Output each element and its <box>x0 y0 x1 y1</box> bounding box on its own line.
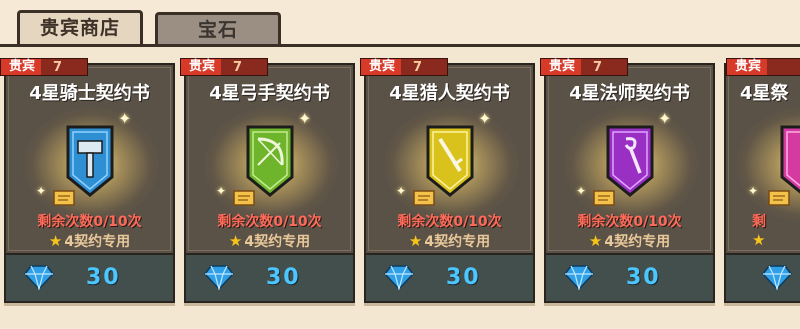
usage-text: 4契约专用 <box>64 234 131 250</box>
vip-ribbon: 贵宾 <box>726 58 800 76</box>
card-title: 4星骑士契约书 <box>29 83 150 104</box>
price-bar[interactable]: 30 <box>366 253 533 301</box>
shop-card-priest[interactable]: 贵宾 4星祭 ✦ 剩 ★ <box>724 58 800 303</box>
diamond-icon <box>384 265 414 290</box>
sparkle-icon: ✦ <box>216 184 227 198</box>
shop-card-mage[interactable]: 贵宾 7 4星法师契约书 ✦ ✦ 剩余次数0/10次 ★ 4契约专用 30 <box>540 58 715 303</box>
shop-tabs: 贵宾商店 宝石 <box>0 0 800 48</box>
usage-note: ★ 4契约专用 <box>366 231 533 251</box>
vip-ribbon: 贵宾 7 <box>540 58 628 76</box>
shop-card-hunter[interactable]: 贵宾 7 4星猎人契约书 ✦ ✦ 剩余次数0/10次 ★ 4契约专用 30 <box>360 58 535 303</box>
scroll-icon <box>593 190 615 206</box>
card-title: 4星猎人契约书 <box>389 83 510 104</box>
diamond-icon <box>762 265 792 290</box>
card-title: 4星法师契约书 <box>569 83 690 104</box>
sparkle-icon: ✦ <box>118 109 132 128</box>
sparkle-icon: ✦ <box>748 184 759 198</box>
card-title: 4星弓手契约书 <box>209 83 330 104</box>
tab-vip-shop[interactable]: 贵宾商店 <box>17 10 143 47</box>
diamond-icon <box>204 265 234 290</box>
scroll-icon <box>233 190 255 206</box>
diamond-icon <box>24 265 54 290</box>
usage-text: 4契约专用 <box>244 234 311 250</box>
vip-level: 7 <box>593 59 603 75</box>
vip-label: 贵宾 <box>361 59 402 75</box>
price-value: 30 <box>446 265 481 290</box>
sparkle-icon: ✦ <box>36 184 47 198</box>
star-icon: ★ <box>48 232 63 250</box>
card-clip: 贵宾 4星祭 ✦ 剩 ★ <box>724 56 800 316</box>
star-icon: ★ <box>228 232 243 250</box>
remaining-count: 剩 <box>752 214 766 230</box>
usage-text: 4契约专用 <box>424 234 491 250</box>
scroll-icon <box>53 190 75 206</box>
vip-level: 7 <box>53 59 63 75</box>
vip-label: 贵宾 <box>727 59 768 75</box>
vip-ribbon: 贵宾 7 <box>180 58 268 76</box>
remaining-count: 剩余次数0/10次 <box>37 214 142 230</box>
vip-label: 贵宾 <box>1 59 42 75</box>
remaining-count: 剩余次数0/10次 <box>397 214 502 230</box>
price-value: 30 <box>626 265 661 290</box>
star-icon: ★ <box>408 232 423 250</box>
price-value: 30 <box>266 265 301 290</box>
sparkle-icon: ✦ <box>658 109 672 128</box>
price-bar[interactable]: 30 <box>186 253 353 301</box>
shop-card-knight[interactable]: 贵宾 7 4星骑士契约书 ✦ ✦ 剩余次数0/10次 ★ 4契约专用 30 <box>0 58 175 303</box>
usage-text: 4契约专用 <box>604 234 671 250</box>
usage-note: ★ 4契约专用 <box>6 231 173 251</box>
tab-gems[interactable]: 宝石 <box>155 12 281 46</box>
price-bar[interactable]: 30 <box>6 253 173 301</box>
usage-note: ★ <box>752 231 800 249</box>
price-bar[interactable]: 30 <box>546 253 713 301</box>
card-title: 4星祭 <box>740 83 789 104</box>
vip-level: 7 <box>233 59 243 75</box>
vip-ribbon: 贵宾 7 <box>0 58 88 76</box>
scroll-icon <box>413 190 435 206</box>
sparkle-icon: ✦ <box>478 109 492 128</box>
price-bar[interactable] <box>726 253 800 301</box>
star-icon: ★ <box>588 232 603 250</box>
usage-note: ★ 4契约专用 <box>186 231 353 251</box>
sparkle-icon: ✦ <box>576 184 587 198</box>
diamond-icon <box>564 265 594 290</box>
shop-card-archer[interactable]: 贵宾 7 4星弓手契约书 ✦ ✦ 剩余次数0/10次 ★ 4契约专用 30 <box>180 58 355 303</box>
vip-level: 7 <box>413 59 423 75</box>
vip-label: 贵宾 <box>181 59 222 75</box>
vip-ribbon: 贵宾 7 <box>360 58 448 76</box>
star-icon: ★ <box>752 231 766 249</box>
sparkle-icon: ✦ <box>396 184 407 198</box>
usage-note: ★ 4契约专用 <box>546 231 713 251</box>
remaining-count: 剩余次数0/10次 <box>577 214 682 230</box>
remaining-count: 剩余次数0/10次 <box>217 214 322 230</box>
vip-label: 贵宾 <box>541 59 582 75</box>
price-value: 30 <box>86 265 121 290</box>
scroll-icon <box>768 190 790 206</box>
sparkle-icon: ✦ <box>298 109 312 128</box>
